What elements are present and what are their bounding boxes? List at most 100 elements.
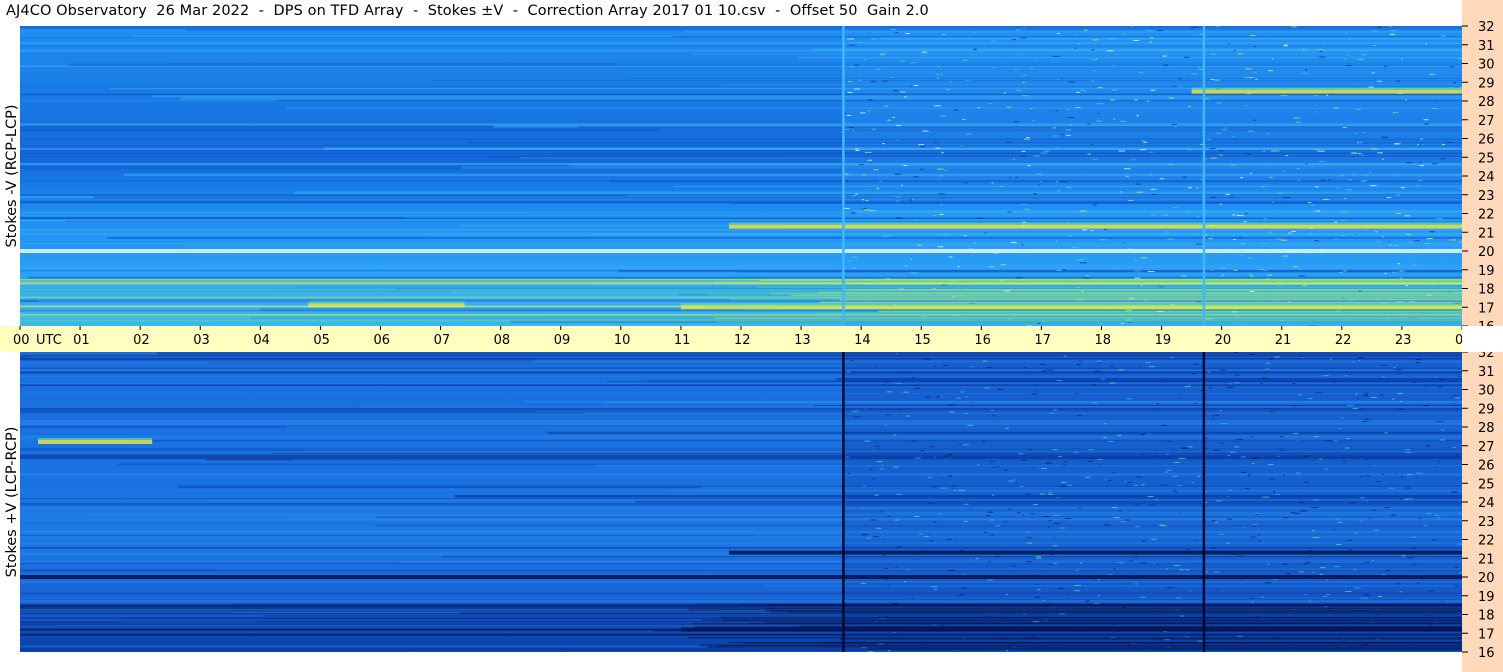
noise-speckle [1414, 240, 1420, 242]
noise-speckle [1052, 545, 1058, 547]
noise-speckle [1371, 72, 1375, 74]
noise-speckle [1389, 26, 1392, 28]
noise-speckle [1435, 376, 1438, 378]
noise-speckle [884, 105, 889, 107]
noise-speckle [1246, 153, 1252, 155]
noise-speckle [1353, 587, 1361, 589]
noise-speckle [1339, 272, 1343, 274]
noise-speckle [1075, 91, 1081, 93]
noise-speckle [895, 382, 902, 384]
low-freq-activity [757, 286, 1462, 288]
noise-speckle [1027, 449, 1033, 451]
low-freq-activity [694, 626, 1462, 628]
noise-speckle [1038, 184, 1040, 186]
noise-stripe [20, 563, 1462, 565]
noise-speckle [1384, 65, 1388, 67]
noise-speckle [1233, 50, 1236, 52]
noise-speckle [1239, 255, 1242, 257]
noise-speckle [984, 387, 990, 389]
time-tick-label: 01 [73, 333, 90, 348]
noise-speckle [1374, 231, 1379, 233]
freq-tick-label: 31 [1478, 39, 1495, 54]
noise-speckle [1056, 147, 1059, 149]
noise-speckle [1134, 583, 1138, 585]
noise-speckle [1187, 149, 1191, 151]
freq-tick-label: 18 [1478, 283, 1495, 298]
noise-speckle [909, 199, 912, 201]
noise-speckle [1359, 141, 1363, 143]
noise-speckle [1354, 132, 1358, 134]
noise-speckle [890, 76, 893, 78]
bottom-panel-y-label: Stokes +V (LCP-RCP) [4, 426, 20, 578]
noise-speckle [1331, 381, 1338, 383]
noise-speckle [870, 519, 877, 521]
noise-speckle [1247, 130, 1254, 132]
noise-speckle [905, 33, 910, 35]
noise-speckle [1120, 191, 1122, 193]
noise-speckle [870, 81, 876, 83]
noise-speckle [1303, 455, 1310, 457]
noise-speckle [1216, 132, 1221, 134]
noise-speckle [1314, 240, 1318, 242]
noise-speckle [887, 585, 890, 587]
noise-speckle [884, 425, 887, 427]
noise-speckle [1334, 238, 1338, 240]
noise-speckle [1222, 274, 1225, 276]
noise-speckle [1307, 397, 1313, 399]
noise-stripe [20, 530, 1462, 533]
noise-speckle [947, 404, 955, 406]
noise-speckle [1334, 221, 1338, 223]
noise-speckle [1349, 549, 1353, 551]
noise-speckle [1261, 186, 1266, 188]
low-freq-activity [742, 308, 1462, 310]
noise-speckle [944, 455, 950, 457]
noise-speckle [1370, 148, 1378, 150]
noise-speckle [920, 146, 926, 148]
noise-speckle [1060, 485, 1067, 487]
noise-speckle [845, 431, 848, 433]
low-freq-activity [867, 648, 1462, 650]
noise-speckle [1314, 95, 1319, 97]
noise-speckle [1065, 134, 1071, 136]
noise-speckle [1396, 583, 1402, 585]
noise-speckle [845, 456, 849, 458]
noise-speckle [1399, 270, 1405, 272]
noise-speckle [1210, 78, 1215, 80]
time-tick-label: 16 [974, 333, 991, 348]
noise-speckle [1260, 242, 1267, 244]
noise-speckle [976, 217, 984, 219]
noise-speckle [1236, 215, 1244, 217]
noise-speckle [1146, 100, 1149, 102]
noise-speckle [1317, 150, 1325, 152]
noise-speckle [948, 475, 953, 477]
noise-stripe [461, 166, 1462, 169]
noise-speckle [1007, 211, 1012, 213]
noise-speckle [923, 48, 925, 50]
noise-speckle [1012, 39, 1017, 41]
noise-speckle [1229, 383, 1232, 385]
signal-band-edge [38, 438, 153, 440]
noise-speckle [1015, 37, 1018, 39]
noise-speckle [1318, 458, 1323, 460]
noise-stripe [547, 431, 1462, 435]
noise-speckle [1312, 529, 1315, 531]
noise-stripe [20, 129, 1462, 132]
noise-speckle [1454, 585, 1460, 587]
noise-speckle [935, 73, 943, 75]
noise-speckle [1021, 244, 1024, 246]
noise-speckle [1027, 542, 1033, 544]
noise-speckle [1352, 361, 1355, 363]
noise-speckle [1458, 513, 1462, 515]
noise-speckle [1271, 201, 1274, 203]
noise-speckle [998, 388, 1003, 390]
noise-speckle [1409, 257, 1412, 259]
noise-speckle [1077, 415, 1082, 417]
noise-speckle [963, 503, 969, 505]
noise-speckle [1400, 187, 1405, 189]
freq-tick-label: 25 [1478, 477, 1495, 492]
noise-stripe [20, 393, 1462, 395]
noise-speckle [1339, 175, 1345, 177]
noise-speckle [1149, 504, 1156, 506]
noise-speckle [1018, 453, 1024, 455]
noise-stripe [20, 216, 1462, 219]
